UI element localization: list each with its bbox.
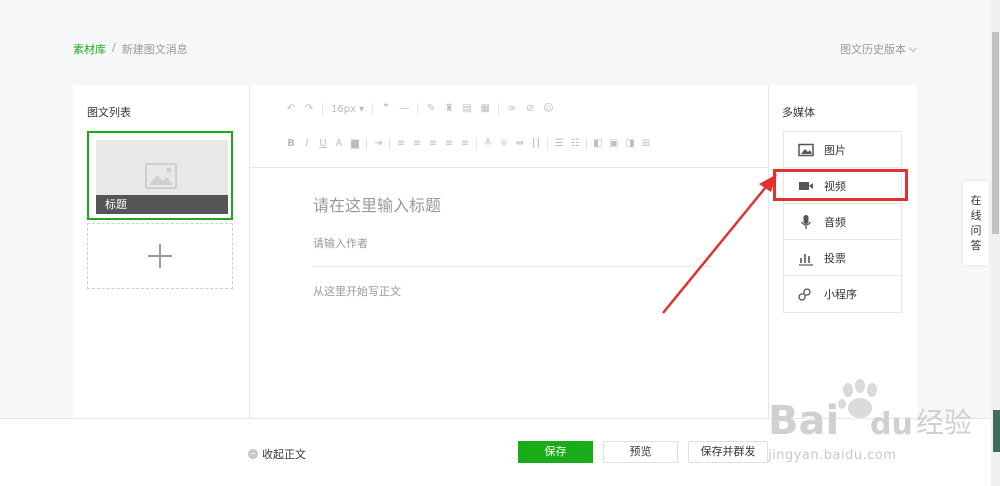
toolbar-separator xyxy=(417,103,419,115)
media-item-mini-program[interactable]: 小程序 xyxy=(784,276,901,312)
svg-text:du: du xyxy=(870,407,913,442)
left-divider xyxy=(249,85,250,425)
toolbar-separator xyxy=(389,138,390,150)
online-qa-char: 线 xyxy=(970,209,982,222)
media-item-vote[interactable]: 投票 xyxy=(784,240,901,276)
emoji-icon[interactable]: ☺ xyxy=(543,104,553,114)
media-item-label: 小程序 xyxy=(824,288,857,301)
history-versions-dropdown[interactable]: 图文历史版本 xyxy=(840,41,918,57)
online-qa-char: 在 xyxy=(970,194,982,207)
unordered-list-icon[interactable]: ☰ xyxy=(554,139,564,149)
float-right-icon[interactable]: ◨ xyxy=(625,139,635,149)
link-icon[interactable]: ∞ xyxy=(507,104,517,114)
toolbar-separator xyxy=(372,103,374,115)
format-painter-icon[interactable]: ✎ xyxy=(426,104,436,114)
image-placeholder-icon xyxy=(145,163,177,189)
watermark-url: jingyan.baidu.com xyxy=(768,448,897,463)
online-qa-char: 问 xyxy=(970,224,982,237)
clear-format-icon[interactable]: ♜ xyxy=(444,104,454,114)
line-spacing-icon[interactable]: ≚ xyxy=(483,139,493,149)
collapse-icon: − xyxy=(248,449,258,459)
paragraph-spacing-icon[interactable]: ≑ xyxy=(499,139,509,149)
toolbar-separator xyxy=(476,138,477,150)
toolbar-row-2: B I U A ▆ ⇥ ≡ ≡ ≡ ≡ ≡ ≚ ≑ ⇹ ⁅⁆ ☰ ☷ ◧ ▣ ◨… xyxy=(286,138,651,150)
highlight-box xyxy=(773,169,908,201)
indent-spacing-icon[interactable]: ⇹ xyxy=(515,139,525,149)
breadcrumb-current: 新建图文消息 xyxy=(121,43,188,56)
breadcrumb-home-link[interactable]: 素材库 xyxy=(73,41,106,57)
align-center-icon[interactable]: ≡ xyxy=(412,139,422,149)
collapse-content-button[interactable]: − 收起正文 xyxy=(248,446,306,462)
author-input[interactable]: 请输入作者 xyxy=(313,235,368,251)
underline-icon[interactable]: U xyxy=(318,139,328,149)
ordered-list-icon[interactable]: ☷ xyxy=(570,139,580,149)
italic-icon[interactable]: I xyxy=(302,139,312,149)
save-and-publish-button[interactable]: 保存并群发 xyxy=(688,441,768,463)
media-item-audio[interactable]: 音频 xyxy=(784,204,901,240)
image-icon xyxy=(798,143,814,156)
media-item-image[interactable]: 图片 xyxy=(784,132,901,168)
history-versions-label: 图文历史版本 xyxy=(840,43,906,56)
align-justify-icon[interactable]: ≡ xyxy=(444,139,454,149)
media-panel-title: 多媒体 xyxy=(782,106,815,119)
add-article-button[interactable] xyxy=(87,223,233,289)
font-color-icon[interactable]: A xyxy=(334,139,344,149)
media-list: 图片 视频 音频 投票 小程序 xyxy=(783,131,902,313)
redo-icon[interactable]: ↷ xyxy=(304,104,314,114)
indent-icon[interactable]: ⇥ xyxy=(373,139,383,149)
content-editor[interactable]: 从这里开始写正文 xyxy=(313,283,401,299)
media-item-label: 音频 xyxy=(824,215,846,229)
toolbar-separator xyxy=(498,103,500,115)
toolbar-separator xyxy=(586,138,587,150)
media-item-label: 投票 xyxy=(824,251,846,265)
toolbar-separator xyxy=(322,103,323,115)
undo-icon[interactable]: ↶ xyxy=(286,104,296,114)
bold-icon[interactable]: B xyxy=(286,139,296,149)
font-size-select[interactable]: 16px ▾ xyxy=(331,104,364,115)
bar-chart-icon xyxy=(799,253,813,266)
float-left-icon[interactable]: ◧ xyxy=(593,139,603,149)
save-button[interactable]: 保存 xyxy=(518,441,593,463)
chevron-down-icon xyxy=(908,43,918,52)
media-item-label: 图片 xyxy=(824,143,846,157)
document-icon[interactable]: ▦ xyxy=(480,104,490,114)
toolbar-row-1: ↶ ↷ 16px ▾ ❞ — ✎ ♜ ▤ ▦ ∞ ⊘ ☺ xyxy=(286,103,554,115)
microphone-icon xyxy=(800,214,812,229)
template-icon[interactable]: ▤ xyxy=(462,104,472,114)
breadcrumb-separator: / xyxy=(112,41,116,54)
scrollbar-thumb[interactable] xyxy=(992,32,999,234)
letter-spacing-icon[interactable]: ⁅⁆ xyxy=(531,139,541,149)
horizontal-rule-icon[interactable]: — xyxy=(399,104,409,114)
breadcrumb: 素材库 / 新建图文消息 xyxy=(73,41,188,57)
author-divider xyxy=(313,266,713,267)
toolbar-separator xyxy=(366,138,367,150)
collapse-label: 收起正文 xyxy=(262,448,306,461)
mini-program-icon xyxy=(798,288,811,301)
align-left-icon[interactable]: ≡ xyxy=(396,139,406,149)
svg-text:Bai: Bai xyxy=(768,398,839,444)
toolbar-divider xyxy=(250,167,768,168)
title-input[interactable]: 请在这里输入标题 xyxy=(313,192,441,216)
float-none-icon[interactable]: ▣ xyxy=(609,139,619,149)
article-title-overlay: 标题 xyxy=(96,195,228,214)
blockquote-icon[interactable]: ❞ xyxy=(381,104,391,114)
table-icon[interactable]: ⊞ xyxy=(641,139,651,149)
preview-button[interactable]: 预览 xyxy=(603,441,678,463)
side-widget xyxy=(993,410,1000,452)
plus-icon xyxy=(148,244,172,268)
font-size-value: 16px xyxy=(331,103,356,115)
background-color-icon[interactable]: ▆ xyxy=(350,139,360,149)
align-distributed-icon[interactable]: ≡ xyxy=(460,139,470,149)
red-arrow-annotation xyxy=(662,174,777,314)
article-list-title: 图文列表 xyxy=(87,106,131,119)
svg-text:经验: 经验 xyxy=(916,406,972,439)
online-qa-button[interactable]: 在 线 问 答 xyxy=(963,181,989,265)
unlink-icon[interactable]: ⊘ xyxy=(525,104,535,114)
align-right-icon[interactable]: ≡ xyxy=(428,139,438,149)
toolbar-separator xyxy=(547,138,548,150)
online-qa-char: 答 xyxy=(970,239,982,252)
